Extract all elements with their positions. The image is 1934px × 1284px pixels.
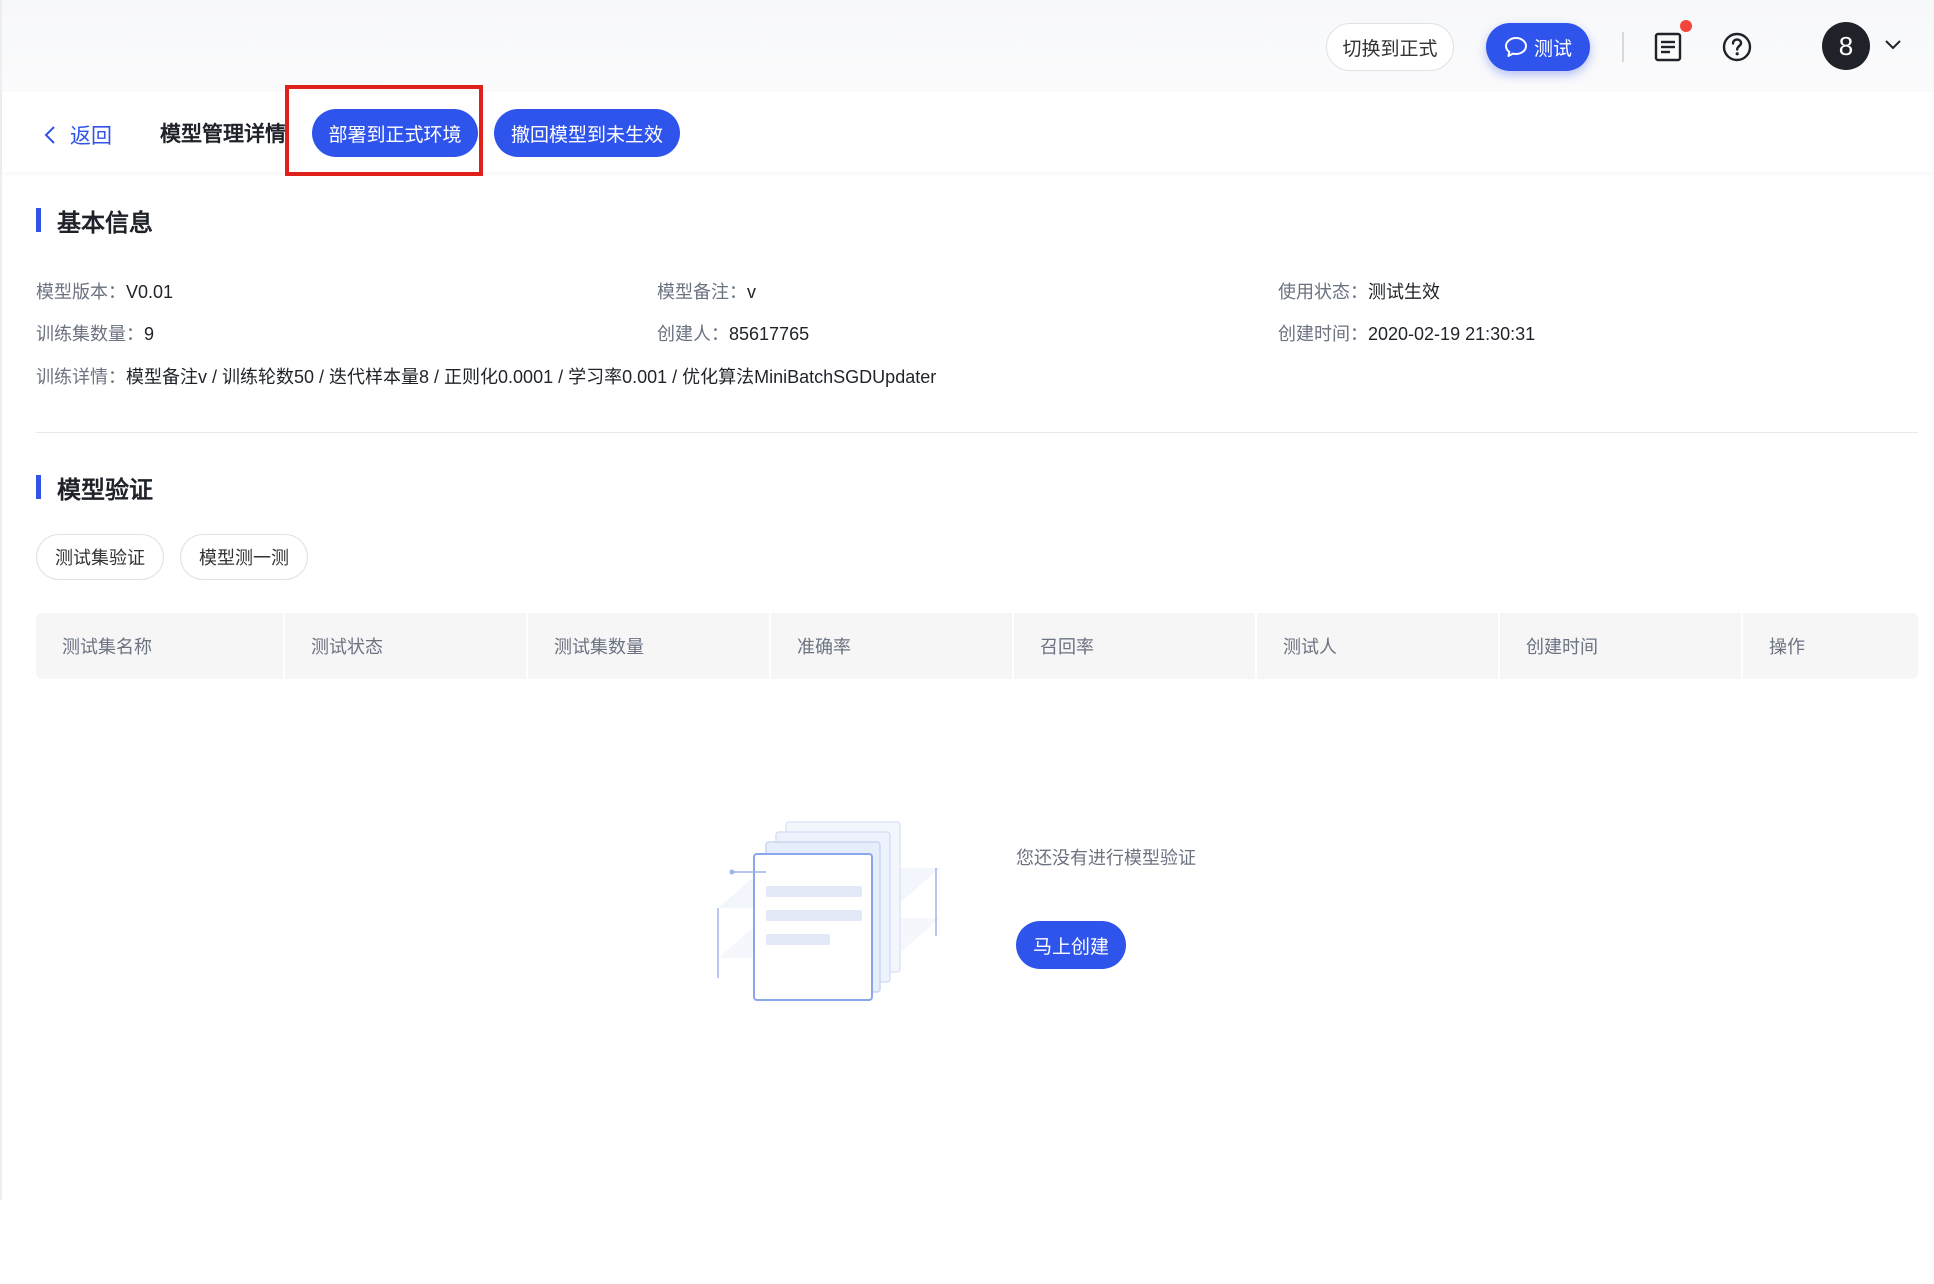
info-label: 创建人：: [657, 324, 729, 344]
column-header-testset-count[interactable]: 测试集数量: [528, 613, 771, 679]
info-value: 2020-02-19 21:30:31: [1368, 324, 1536, 344]
test-button-label: 测试: [1533, 38, 1572, 60]
deploy-label: 部署到正式环境: [328, 124, 462, 146]
info-label: 模型备注：: [657, 282, 747, 302]
section-title-basic-info: 基本信息: [36, 205, 153, 237]
revoke-model-button[interactable]: 撤回模型到未生效: [494, 109, 680, 157]
info-train-count: 训练集数量：9: [36, 320, 154, 346]
column-header-accuracy[interactable]: 准确率: [771, 613, 1014, 679]
switch-to-production-label: 切换到正式: [1342, 38, 1438, 60]
avatar[interactable]: 8: [1822, 22, 1870, 70]
column-header-test-status[interactable]: 测试状态: [285, 613, 528, 679]
sub-header: [2, 92, 1934, 172]
column-header-actions[interactable]: 操作: [1743, 613, 1918, 679]
info-label: 创建时间：: [1278, 324, 1368, 344]
column-header-recall[interactable]: 召回率: [1014, 613, 1257, 679]
notification-dot: [1680, 20, 1692, 32]
back-label: 返回: [70, 125, 112, 148]
document-list-icon[interactable]: [1654, 32, 1682, 62]
column-header-tester[interactable]: 测试人: [1257, 613, 1500, 679]
create-now-label: 马上创建: [1032, 936, 1109, 958]
info-value: 测试生效: [1368, 282, 1440, 302]
test-button[interactable]: 测试: [1486, 23, 1590, 71]
info-value: 85617765: [729, 324, 810, 344]
info-value: V0.01: [126, 282, 174, 302]
back-link[interactable]: 返回: [44, 120, 112, 150]
top-bar: [2, 0, 1934, 92]
model-try-label: 模型测一测: [199, 548, 289, 568]
info-label: 训练详情：: [36, 367, 126, 387]
chevron-down-icon[interactable]: [1884, 38, 1902, 52]
section-accent-bar: [36, 208, 41, 232]
section-title-verification: 模型验证: [36, 472, 153, 504]
deploy-to-production-button[interactable]: 部署到正式环境: [312, 109, 478, 157]
chevron-left-icon: [44, 126, 55, 144]
info-train-detail: 训练详情：模型备注v / 训练轮数50 / 迭代样本量8 / 正则化0.0001…: [36, 363, 936, 389]
info-value: v: [747, 282, 756, 302]
column-header-created-time[interactable]: 创建时间: [1500, 613, 1743, 679]
basic-info-title: 基本信息: [57, 209, 153, 237]
question-circle-icon[interactable]: [1722, 32, 1752, 62]
verification-title: 模型验证: [57, 476, 153, 504]
model-try-button[interactable]: 模型测一测: [180, 534, 308, 580]
header-divider: [1622, 32, 1624, 62]
info-created-time: 创建时间：2020-02-19 21:30:31: [1278, 320, 1535, 346]
info-usage-status: 使用状态：测试生效: [1278, 278, 1440, 304]
switch-to-production-button[interactable]: 切换到正式: [1326, 23, 1454, 71]
info-label: 模型版本：: [36, 282, 126, 302]
section-divider: [36, 432, 1918, 433]
testset-verify-button[interactable]: 测试集验证: [36, 534, 164, 580]
info-model-remark: 模型备注：v: [657, 278, 756, 304]
info-model-version: 模型版本：V0.01: [36, 278, 173, 304]
table-header: 测试集名称 测试状态 测试集数量 准确率 召回率 测试人 创建时间 操作: [36, 613, 1918, 679]
app-window: 切换到正式 测试 8 返回 模型管理详情 部署到正式环境 撤回模型到未生效 基本…: [0, 0, 1934, 1200]
empty-state-message: 您还没有进行模型验证: [1016, 848, 1196, 868]
column-header-testset-name[interactable]: 测试集名称: [36, 613, 285, 679]
section-accent-bar: [36, 475, 41, 499]
chat-bubble-icon: [1504, 37, 1527, 57]
page-title: 模型管理详情: [160, 123, 286, 146]
info-label: 训练集数量：: [36, 324, 144, 344]
avatar-initial: 8: [1838, 30, 1854, 61]
info-creator: 创建人：85617765: [657, 320, 809, 346]
info-value: 9: [144, 324, 155, 344]
empty-state-illustration: [717, 821, 940, 1001]
info-value: 模型备注v / 训练轮数50 / 迭代样本量8 / 正则化0.0001 / 学习…: [126, 367, 937, 387]
info-label: 使用状态：: [1278, 282, 1368, 302]
testset-verify-label: 测试集验证: [55, 548, 145, 568]
revoke-label: 撤回模型到未生效: [510, 124, 663, 146]
create-now-button[interactable]: 马上创建: [1016, 921, 1126, 969]
